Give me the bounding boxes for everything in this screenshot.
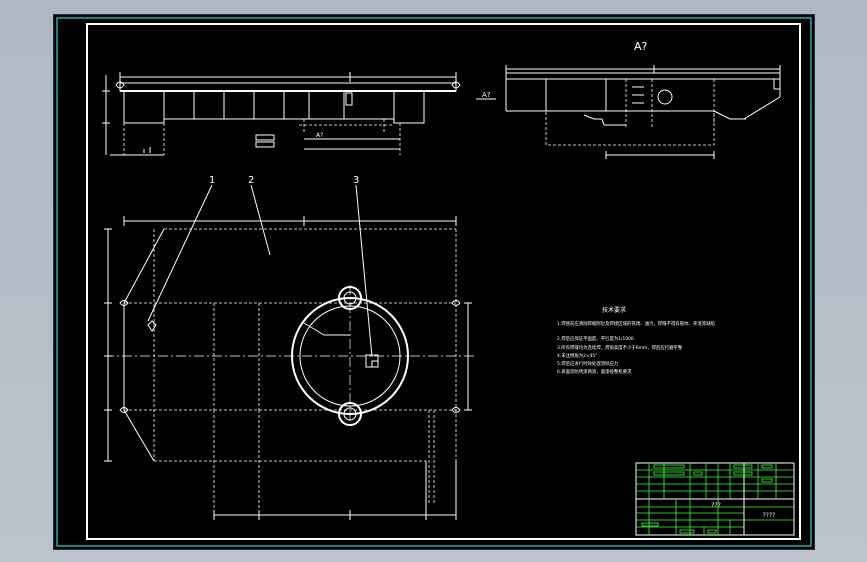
note-2: 2.焊后应保证平面度、平行度为1/1000 (557, 335, 634, 342)
cad-viewport[interactable]: A? A? A? 1 2 3 技术要求 1.焊接前应清除焊缝附近及焊接区域的铁锈… (0, 0, 867, 562)
part-label-3: 3 (353, 175, 359, 186)
drawing-name: ??? (711, 502, 721, 509)
note-5: 5.焊后应进行时效处理消除应力 (557, 360, 618, 367)
part-label-2: 2 (248, 175, 254, 186)
section-marker: A? (482, 91, 491, 99)
title-block[interactable]: ??? ???? (635, 462, 795, 536)
note-6: 6.表面涂防锈漆两道，面漆按整机要求 (557, 368, 632, 375)
leader-line-2 (250, 184, 271, 256)
notes-title: 技术要求 (602, 306, 626, 314)
front-view[interactable]: A? (102, 72, 461, 156)
part-label-1: 1 (209, 175, 215, 186)
side-view-a[interactable]: A? A? (476, 40, 781, 159)
plan-view[interactable]: 1 2 3 (104, 175, 474, 520)
leader-line-3 (355, 184, 373, 358)
technical-notes: 技术要求 1.焊接前应清除焊缝附近及焊接区域的铁锈、油污，焊缝不得有裂纹、夹渣等… (557, 306, 715, 375)
note-4: 4.未注倒角为2×45° (557, 352, 597, 359)
note-1: 1.焊接前应清除焊缝附近及焊接区域的铁锈、油污，焊缝不得有裂纹、夹渣等缺陷 (557, 320, 715, 327)
svg-text:A?: A? (316, 132, 323, 139)
drawing-code: ???? (763, 512, 776, 519)
drawing-sheet[interactable]: A? A? A? 1 2 3 技术要求 1.焊接前应清除焊缝附近及焊接区域的铁锈… (53, 14, 815, 550)
cad-drawing: A? A? A? 1 2 3 技术要求 1.焊接前应清除焊缝附近及焊接区域的铁锈… (56, 17, 812, 547)
leader-line-1 (147, 184, 213, 322)
note-3: 3.所有焊缝均为连续焊，焊角高度不小于6mm，焊后应打磨平整 (557, 344, 683, 351)
view-label: A? (634, 40, 648, 53)
